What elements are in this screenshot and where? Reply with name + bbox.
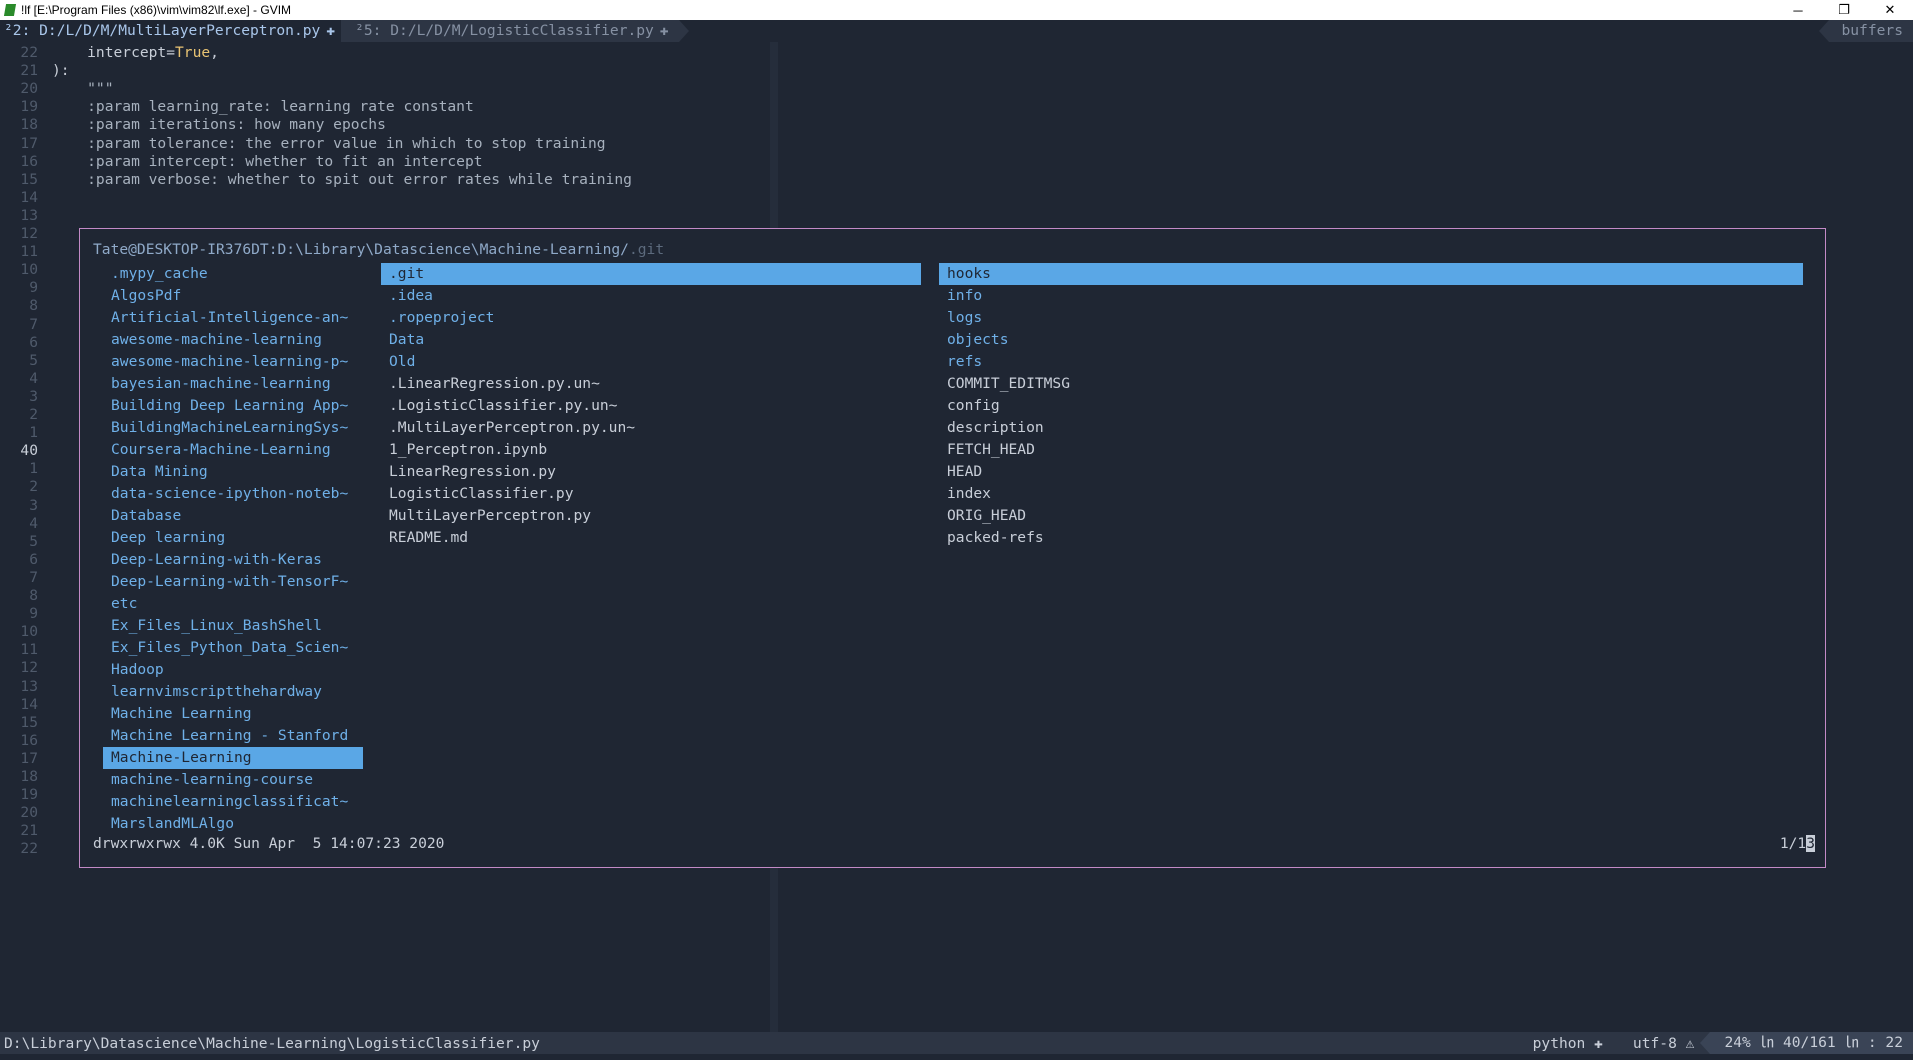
directory-item[interactable]: Database [103, 505, 363, 527]
file-item[interactable]: LogisticClassifier.py [381, 483, 921, 505]
directory-item[interactable]: learnvimscriptthehardway [103, 681, 363, 703]
directory-item[interactable]: MarslandMLAlgo [103, 813, 363, 835]
directory-item[interactable]: .mypy_cache [103, 263, 363, 285]
window-titlebar: !lf [E:\Program Files (x86)\vim\vim82\lf… [0, 0, 1913, 20]
gvim-icon [3, 3, 17, 17]
lf-count-prefix: 1/1 [1779, 835, 1807, 852]
restore-button[interactable]: ❐ [1821, 0, 1867, 20]
directory-item[interactable]: data-science-ipython-noteb~ [103, 483, 363, 505]
line-number: 22 [20, 840, 38, 858]
file-item[interactable]: ORIG_HEAD [939, 505, 1803, 527]
directory-item[interactable]: Coursera-Machine-Learning [103, 439, 363, 461]
directory-item[interactable]: bayesian-machine-learning [103, 373, 363, 395]
directory-item[interactable]: logs [939, 307, 1803, 329]
tab-label: ²2: D:/L/D/M/MultiLayerPerceptron.py [4, 22, 321, 39]
buffers-indicator[interactable]: buffers [1819, 20, 1913, 42]
directory-item[interactable]: Ex_Files_Python_Data_Scien~ [103, 637, 363, 659]
close-button[interactable]: ✕ [1867, 0, 1913, 20]
status-encoding: utf-8 ⚠ [1632, 1034, 1695, 1052]
file-item[interactable]: HEAD [939, 461, 1803, 483]
status-position: 24% ㏑ 40/161 ㏑ : 22 [1700, 1032, 1913, 1054]
file-item[interactable]: README.md [381, 527, 921, 549]
status-filetype: python ✚ [1532, 1034, 1603, 1052]
directory-item[interactable]: machine-learning-course [103, 769, 363, 791]
directory-item[interactable]: Old [381, 351, 921, 373]
directory-item[interactable]: .ropeproject [381, 307, 921, 329]
lf-file-manager-float[interactable]: Tate@DESKTOP-IR376DT:D:\Library\Datascie… [79, 228, 1826, 868]
directory-item[interactable]: .git [381, 263, 921, 285]
directory-item[interactable]: etc [103, 593, 363, 615]
file-item[interactable]: COMMIT_EDITMSG [939, 373, 1803, 395]
directory-item[interactable]: Ex_Files_Linux_BashShell [103, 615, 363, 637]
lf-file-info: drwxrwxrwx 4.0K Sun Apr 5 14:07:23 2020 [93, 835, 445, 852]
directory-item[interactable]: Building Deep Learning App~ [103, 395, 363, 417]
directory-item[interactable]: Machine-Learning [103, 747, 363, 769]
file-item[interactable]: 1_Perceptron.ipynb [381, 439, 921, 461]
directory-item[interactable]: BuildingMachineLearningSys~ [103, 417, 363, 439]
directory-item[interactable]: hooks [939, 263, 1803, 285]
directory-item[interactable]: Artificial-Intelligence-an~ [103, 307, 363, 329]
file-item[interactable]: config [939, 395, 1803, 417]
tab-label: ²5: D:/L/D/M/LogisticClassifier.py [355, 22, 654, 39]
modified-icon: ✚ [326, 22, 336, 39]
vim-tabline: ²2: D:/L/D/M/MultiLayerPerceptron.py ✚ ²5… [0, 20, 1913, 42]
directory-item[interactable]: objects [939, 329, 1803, 351]
lf-count-cursor: 3 [1806, 835, 1815, 852]
directory-item[interactable]: Deep learning [103, 527, 363, 549]
directory-item[interactable]: Machine Learning [103, 703, 363, 725]
file-item[interactable]: .LinearRegression.py.un~ [381, 373, 921, 395]
directory-item[interactable]: refs [939, 351, 1803, 373]
lf-path-suffix: .git [628, 241, 665, 258]
modified-icon: ✚ [659, 22, 669, 39]
command-line[interactable] [0, 1054, 1913, 1060]
directory-item[interactable]: Machine Learning - Stanford [103, 725, 363, 747]
minimize-button[interactable]: ─ [1775, 0, 1821, 20]
lf-current-column[interactable]: .git .idea .ropeproject Data Old .LinearRegre… [381, 263, 921, 549]
status-filename: D:\Library\Datascience\Machine-Learning\… [4, 1034, 540, 1052]
file-item[interactable]: .MultiLayerPerceptron.py.un~ [381, 417, 921, 439]
directory-item[interactable]: Data Mining [103, 461, 363, 483]
tab-logisticclassifier[interactable]: ²5: D:/L/D/M/LogisticClassifier.py ✚ [341, 20, 689, 42]
lf-path-prefix: Tate@DESKTOP-IR376DT:D:\Library\Datascie… [93, 241, 629, 258]
tab-multilayerperceptron[interactable]: ²2: D:/L/D/M/MultiLayerPerceptron.py ✚ [0, 20, 342, 42]
directory-item[interactable]: awesome-machine-learning [103, 329, 363, 351]
file-item[interactable]: packed-refs [939, 527, 1803, 549]
directory-item[interactable]: info [939, 285, 1803, 307]
lf-path: Tate@DESKTOP-IR376DT:D:\Library\Datascie… [93, 239, 664, 261]
directory-item[interactable]: AlgosPdf [103, 285, 363, 307]
directory-item[interactable]: machinelearningclassificat~ [103, 791, 363, 813]
directory-item[interactable]: .idea [381, 285, 921, 307]
directory-item[interactable]: Deep-Learning-with-Keras [103, 549, 363, 571]
lf-parent-column[interactable]: .mypy_cache AlgosPdf Artificial-Intelligen… [103, 263, 363, 835]
window-title: !lf [E:\Program Files (x86)\vim\vim82\lf… [21, 3, 292, 17]
file-item[interactable]: index [939, 483, 1803, 505]
lf-preview-column[interactable]: hooks info logs objects refs COMMIT_EDITMSG co… [939, 263, 1803, 549]
directory-item[interactable]: awesome-machine-learning-p~ [103, 351, 363, 373]
file-item[interactable]: description [939, 417, 1803, 439]
directory-item[interactable]: Data [381, 329, 921, 351]
directory-item[interactable]: Hadoop [103, 659, 363, 681]
directory-item[interactable]: Deep-Learning-with-TensorF~ [103, 571, 363, 593]
file-item[interactable]: FETCH_HEAD [939, 439, 1803, 461]
lf-item-count: 1/13 [1780, 833, 1815, 855]
file-item[interactable]: LinearRegression.py [381, 461, 921, 483]
file-item[interactable]: .LogisticClassifier.py.un~ [381, 395, 921, 417]
vim-statusline: D:\Library\Datascience\Machine-Learning\… [0, 1032, 1913, 1054]
file-item[interactable]: MultiLayerPerceptron.py [381, 505, 921, 527]
